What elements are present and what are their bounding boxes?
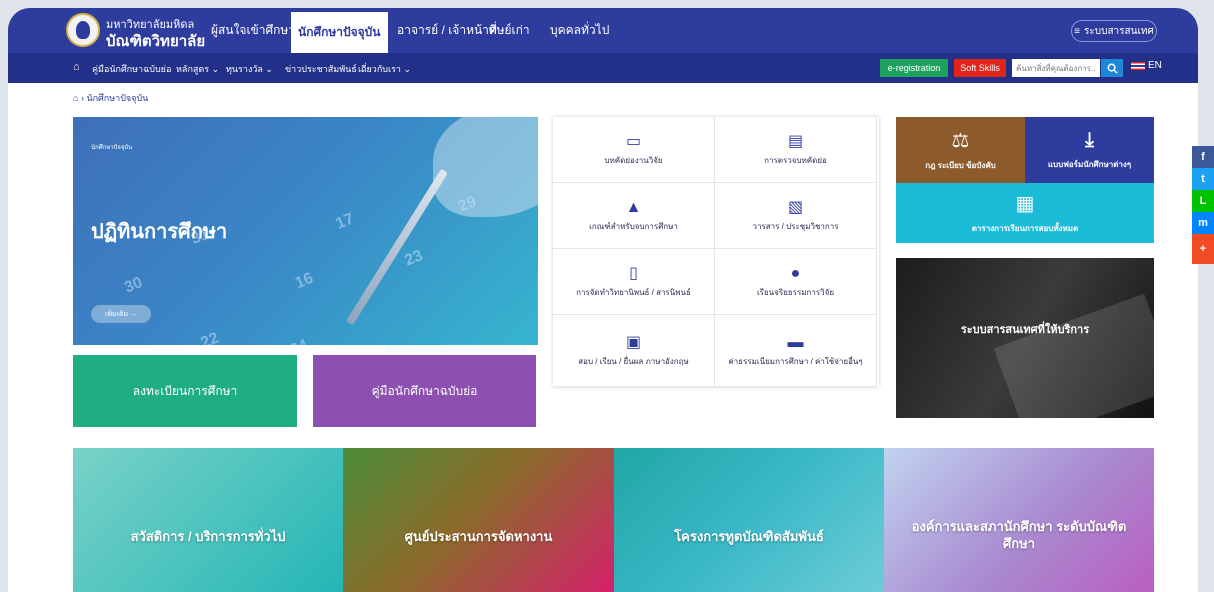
calendar-number: 30 xyxy=(122,274,145,297)
sub-navigation: ⌂ คู่มือนักศึกษาฉบับย่อ หลักสูตร ⌄ ทุนรา… xyxy=(8,53,1198,83)
user-icon: ● xyxy=(790,265,801,282)
grid-label: เกณฑ์สำหรับจบการศึกษา xyxy=(589,222,678,231)
language-label: EN xyxy=(1148,60,1162,71)
certificate-icon: ▭ xyxy=(625,133,642,150)
subnav-curriculum[interactable]: หลักสูตร ⌄ xyxy=(176,62,219,76)
forms-tile[interactable]: ⤓ แบบฟอร์มนักศึกษาต่างๆ xyxy=(1025,117,1154,183)
download-icon: ⤓ xyxy=(1085,129,1094,151)
grid-label: สอบ / เรียน / ยื่นผล ภาษาอังกฤษ xyxy=(578,357,689,366)
subnav-about[interactable]: เกี่ยวกับเรา ⌄ xyxy=(358,62,411,76)
grid-label: บทคัดย่องานวิจัย xyxy=(604,156,663,165)
university-logo[interactable] xyxy=(66,13,100,47)
messenger-icon[interactable]: m xyxy=(1192,212,1214,234)
grid-label: ค่าธรรมเนียมการศึกษา / ค่าใช้จ่ายอื่นๆ xyxy=(728,357,863,366)
calendar-number: 16 xyxy=(292,269,316,293)
page-frame: มหาวิทยาลัยมหิดล บัณฑิตวิทยาลัย ผู้สนใจเ… xyxy=(8,8,1198,592)
language-switch[interactable]: EN xyxy=(1131,60,1162,71)
nav-public[interactable]: บุคคลทั่วไป xyxy=(543,8,616,53)
grid-item-graduation[interactable]: ▲ เกณฑ์สำหรับจบการศึกษา xyxy=(553,183,715,249)
brand-line2: บัณฑิตวิทยาลัย xyxy=(106,33,206,50)
banner-title: องค์การและสภานักศึกษา ระดับบัณฑิตศึกษา xyxy=(911,519,1127,551)
grid-item-journal[interactable]: ▧ วารสาร / ประชุมวิชาการ xyxy=(715,183,877,249)
language-icon: ▣ xyxy=(625,334,642,351)
banner-job-center[interactable]: ศูนย์ประสานการจัดหางาน xyxy=(343,448,614,592)
calendar-number: 24 xyxy=(288,337,311,345)
banner-student-union[interactable]: องค์การและสภานักศึกษา ระดับบัณฑิตศึกษา xyxy=(884,448,1154,592)
soft-skills-button[interactable]: Soft Skills xyxy=(954,59,1006,77)
flag-icon xyxy=(1131,61,1145,70)
grid-item-english[interactable]: ▣ สอบ / เรียน / ยื่นผล ภาษาอังกฤษ xyxy=(553,315,715,387)
book-icon: ▯ xyxy=(629,265,638,282)
twitter-icon[interactable]: t xyxy=(1192,168,1214,190)
nav-prospective[interactable]: ผู้สนใจเข้าศึกษา xyxy=(204,8,302,53)
subnav-handbook[interactable]: คู่มือนักศึกษาฉบับย่อ xyxy=(92,62,171,76)
calendar-icon: ▦ xyxy=(1015,193,1035,215)
rules-label: กฎ ระเบียบ ข้อบังคับ xyxy=(925,161,996,170)
calendar-number: 17 xyxy=(333,210,357,233)
grid-label: เรียนจริยธรรมการวิจัย xyxy=(756,288,835,297)
journal-icon: ▧ xyxy=(787,199,804,216)
grid-label: การตรวจบทคัดย่อ xyxy=(764,156,827,165)
top-header: มหาวิทยาลัยมหิดล บัณฑิตวิทยาลัย ผู้สนใจเ… xyxy=(8,8,1198,53)
handbook-tile[interactable]: คู่มือนักศึกษาฉบับย่อ xyxy=(313,355,536,427)
facebook-icon[interactable]: f xyxy=(1192,146,1214,168)
calendar-number: 22 xyxy=(198,329,222,345)
hero-calendar[interactable]: 30 31 16 17 23 24 29 22 นักศึกษาปัจจุบัน… xyxy=(73,117,538,345)
breadcrumb-current: นักศึกษาปัจจุบัน xyxy=(86,93,149,103)
menu-icon: ≡ xyxy=(1074,25,1080,37)
nav-current-students[interactable]: นักศึกษาปัจจุบัน xyxy=(291,12,388,53)
grid-item-abstract[interactable]: ▭ บทคัดย่องานวิจัย xyxy=(553,117,715,183)
money-icon: ▬ xyxy=(787,334,804,351)
schedule-label: ตารางการเรียนการสอบทั้งหมด xyxy=(971,224,1079,233)
subnav-news[interactable]: ข่าวประชาสัมพันธ์ ⌄ xyxy=(285,62,367,76)
search-button[interactable] xyxy=(1101,59,1123,77)
schedule-tile[interactable]: ▦ ตารางการเรียนการสอบทั้งหมด xyxy=(896,183,1154,243)
share-icon[interactable]: + xyxy=(1192,234,1214,264)
hero-category: นักศึกษาปัจจุบัน xyxy=(91,145,133,151)
info-system-button[interactable]: ≡ ระบบสารสนเทศ xyxy=(1071,20,1157,42)
rules-tile[interactable]: ⚖ กฎ ระเบียบ ข้อบังคับ xyxy=(896,117,1025,183)
line-icon[interactable]: L xyxy=(1192,190,1214,212)
banner-ambassador[interactable]: โครงการทูตบัณฑิตสัมพันธ์ xyxy=(614,448,884,592)
home-icon[interactable]: ⌂ xyxy=(73,93,78,103)
hand-image xyxy=(433,117,538,217)
graduation-icon: ▲ xyxy=(625,199,642,216)
hero-title: ปฏิทินการศึกษา xyxy=(91,221,228,243)
banner-welfare[interactable]: สวัสดิการ / บริการการทั่วไป xyxy=(73,448,343,592)
banner-title: สวัสดิการ / บริการการทั่วไป xyxy=(130,529,286,544)
information-system-tile[interactable]: ระบบสารสนเทศที่ให้บริการ xyxy=(896,258,1154,418)
grid-item-ethics[interactable]: ● เรียนจริยธรรมการวิจัย xyxy=(715,249,877,315)
grid-label: การจัดทำวิทยานิพนธ์ / สารนิพนธ์ xyxy=(576,288,691,297)
hero-more-button[interactable]: เพิ่มเติม → xyxy=(91,305,151,323)
keyboard-image xyxy=(993,293,1154,418)
search-icon xyxy=(1107,63,1118,74)
grid-item-fees[interactable]: ▬ ค่าธรรมเนียมการศึกษา / ค่าใช้จ่ายอื่นๆ xyxy=(715,315,877,387)
grid-item-thesis[interactable]: ▯ การจัดทำวิทยานิพนธ์ / สารนิพนธ์ xyxy=(553,249,715,315)
information-system-label: ระบบสารสนเทศที่ให้บริการ xyxy=(960,324,1090,336)
subnav-scholarship[interactable]: ทุนรางวัล ⌄ xyxy=(226,62,273,76)
register-tile[interactable]: ลงทะเบียนการศึกษา xyxy=(73,355,297,427)
search-input[interactable] xyxy=(1012,59,1100,77)
banner-title: โครงการทูตบัณฑิตสัมพันธ์ xyxy=(674,529,824,544)
home-icon[interactable]: ⌂ xyxy=(73,61,80,73)
calendar-number: 23 xyxy=(402,247,426,270)
grid-label: วารสาร / ประชุมวิชาการ xyxy=(752,222,839,231)
forms-label: แบบฟอร์มนักศึกษาต่างๆ xyxy=(1047,160,1132,169)
info-system-label: ระบบสารสนเทศ xyxy=(1084,25,1154,37)
e-registration-button[interactable]: e-registration xyxy=(880,59,948,77)
document-check-icon: ▤ xyxy=(787,133,804,150)
gavel-icon: ⚖ xyxy=(951,130,970,152)
nav-alumni[interactable]: ศิษย์เก่า xyxy=(482,8,537,53)
breadcrumb: ⌂ › นักศึกษาปัจจุบัน xyxy=(73,93,149,103)
grid-item-abstract-check[interactable]: ▤ การตรวจบทคัดย่อ xyxy=(715,117,877,183)
banner-title: ศูนย์ประสานการจัดหางาน xyxy=(404,529,553,544)
services-grid: ▭ บทคัดย่องานวิจัย ▤ การตรวจบทคัดย่อ ▲ เ… xyxy=(553,117,879,387)
